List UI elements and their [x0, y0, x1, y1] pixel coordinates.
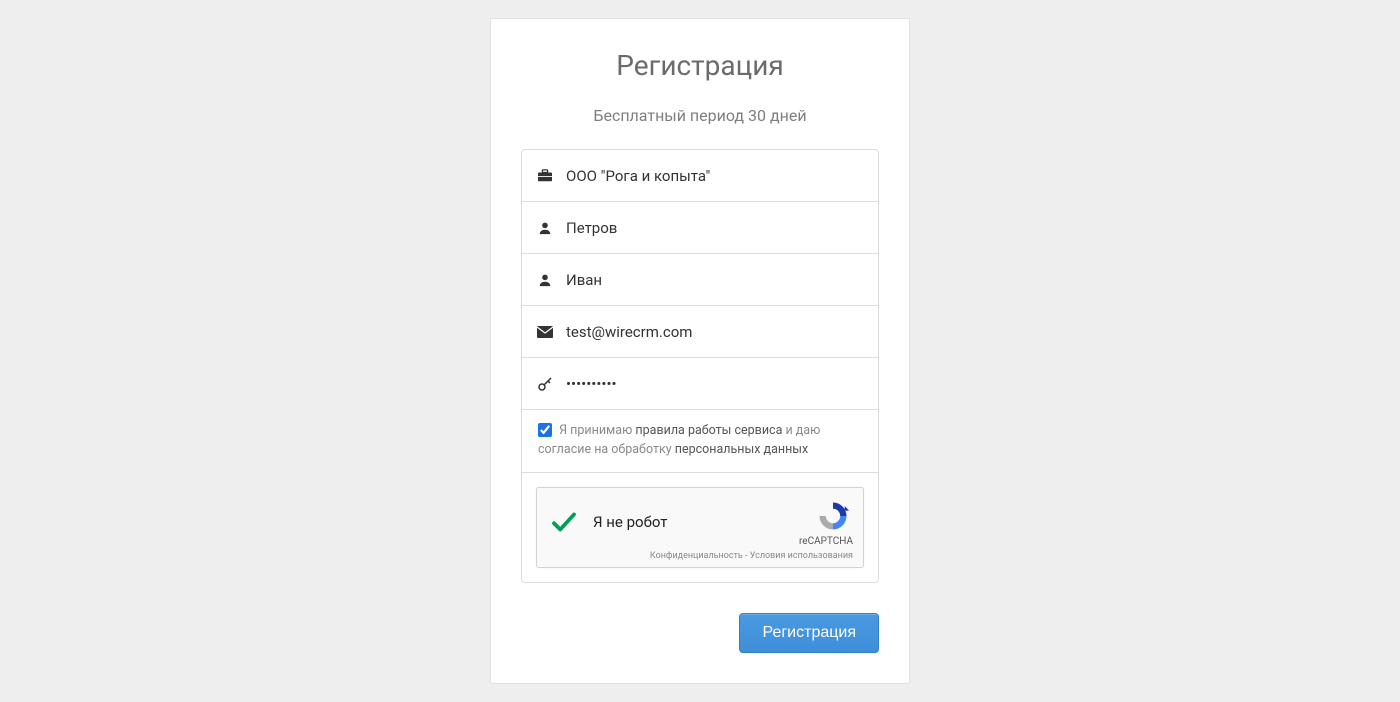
recaptcha-widget[interactable]: Я не робот reCAPTCHA Конфиденциальность …: [536, 487, 864, 568]
password-input[interactable]: [566, 375, 864, 393]
consent-row: Я принимаю правила работы сервиса и даю …: [522, 410, 878, 473]
register-button[interactable]: Регистрация: [739, 613, 879, 653]
consent-checkbox[interactable]: [538, 423, 552, 437]
recaptcha-logo-icon: [815, 498, 851, 534]
page-title: Регистрация: [491, 49, 909, 82]
company-input[interactable]: [566, 167, 864, 185]
lastname-row: [522, 202, 878, 254]
privacy-link[interactable]: персональных данных: [675, 442, 808, 457]
firstname-input[interactable]: [566, 271, 864, 289]
page-subtitle: Бесплатный период 30 дней: [491, 106, 909, 125]
lastname-input[interactable]: [566, 219, 864, 237]
envelope-icon: [536, 323, 554, 341]
briefcase-icon: [536, 167, 554, 185]
email-input[interactable]: [566, 323, 864, 341]
submit-wrap: Регистрация: [521, 613, 879, 653]
user-icon: [536, 271, 554, 289]
recaptcha-footer: Конфиденциальность - Условия использован…: [549, 551, 853, 561]
email-row: [522, 306, 878, 358]
checkmark-icon: [549, 507, 579, 537]
recaptcha-brand: reCAPTCHA: [799, 536, 853, 547]
consent-prefix: Я принимаю: [559, 423, 635, 438]
registration-form: Я принимаю правила работы сервиса и даю …: [521, 149, 879, 583]
registration-card: Регистрация Бесплатный период 30 дней: [490, 18, 910, 684]
company-row: [522, 150, 878, 202]
recaptcha-privacy-link[interactable]: Конфиденциальность: [650, 551, 743, 561]
user-icon: [536, 219, 554, 237]
key-icon: [536, 375, 554, 393]
terms-link[interactable]: правила работы сервиса: [635, 423, 782, 438]
password-row: [522, 358, 878, 410]
recaptcha-terms-link[interactable]: Условия использования: [750, 551, 853, 561]
recaptcha-row: Я не робот reCAPTCHA Конфиденциальность …: [522, 473, 878, 582]
firstname-row: [522, 254, 878, 306]
recaptcha-label: Я не робот: [593, 513, 667, 531]
